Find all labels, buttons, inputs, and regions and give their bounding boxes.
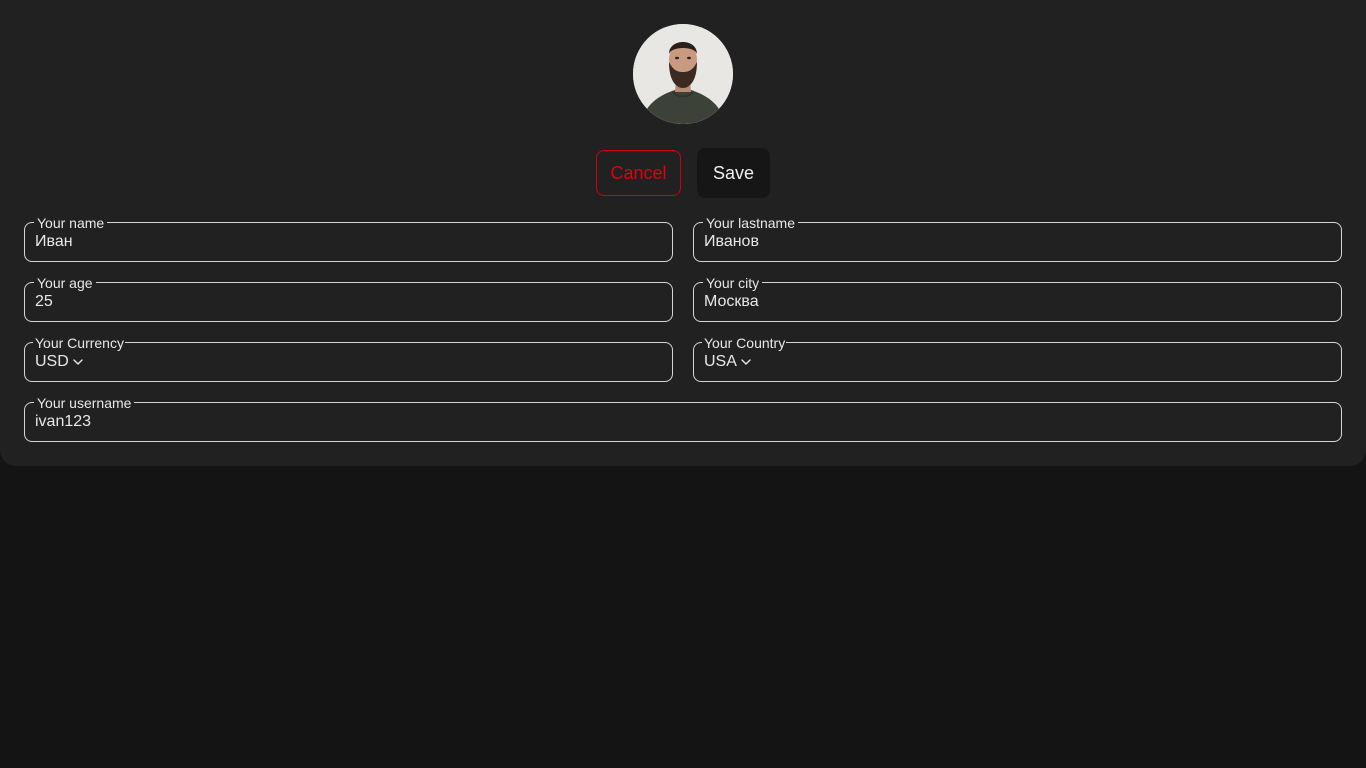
profile-avatar[interactable]	[633, 24, 733, 124]
age-label: Your age	[34, 275, 96, 291]
currency-select[interactable]: Your Currency USD	[24, 335, 673, 382]
lastname-field[interactable]: Your lastname Иванов	[693, 215, 1342, 262]
cancel-button[interactable]: Cancel	[596, 150, 681, 196]
lastname-label: Your lastname	[703, 215, 798, 231]
chevron-down-icon	[73, 359, 83, 365]
country-dropdown[interactable]: USA	[704, 353, 751, 371]
name-value[interactable]: Иван	[35, 233, 73, 251]
country-label: Your Country	[702, 335, 787, 351]
username-value[interactable]: ivan123	[35, 413, 91, 431]
save-button[interactable]: Save	[697, 148, 770, 198]
country-value: USA	[704, 353, 737, 370]
lastname-value[interactable]: Иванов	[704, 233, 759, 251]
profile-edit-card: Cancel Save Your name Иван Your lastname…	[0, 0, 1366, 466]
avatar-photo	[633, 24, 733, 124]
name-label: Your name	[34, 215, 108, 231]
city-label: Your city	[703, 275, 763, 291]
country-select[interactable]: Your Country USA	[693, 335, 1342, 382]
age-field[interactable]: Your age 25	[24, 275, 673, 322]
username-label: Your username	[34, 395, 135, 411]
city-value[interactable]: Москва	[704, 293, 759, 311]
city-field[interactable]: Your city Москва	[693, 275, 1342, 322]
age-value[interactable]: 25	[35, 293, 53, 311]
chevron-down-icon	[741, 359, 751, 365]
currency-value: USD	[35, 353, 69, 370]
name-field[interactable]: Your name Иван	[24, 215, 673, 262]
username-field[interactable]: Your username ivan123	[24, 395, 1342, 442]
currency-label: Your Currency	[33, 335, 125, 351]
currency-dropdown[interactable]: USD	[35, 353, 83, 371]
